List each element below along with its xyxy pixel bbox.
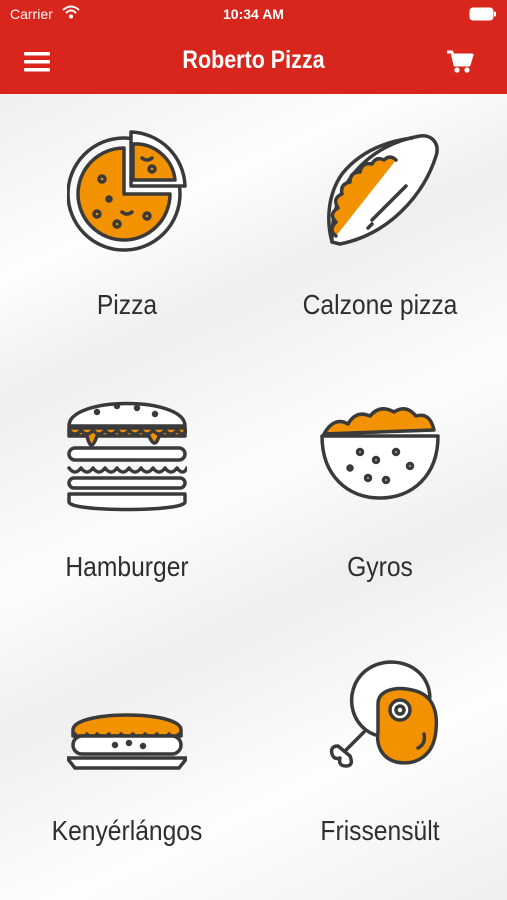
category-tile-hamburger[interactable]: Hamburger	[27, 356, 227, 586]
category-label: Kenyérlángos	[51, 815, 203, 846]
pizza-icon	[67, 130, 187, 252]
hamburger-icon	[67, 401, 187, 512]
category-label: Hamburger	[65, 551, 189, 582]
category-tile-gyros[interactable]: Gyros	[280, 356, 480, 586]
category-label: Calzone pizza	[302, 289, 458, 320]
status-bar: Carrier 10:34 AM	[0, 0, 507, 28]
battery-icon	[469, 7, 496, 21]
status-time: 10:34 AM	[223, 6, 284, 22]
category-tile-frissensult[interactable]: Frissensült	[280, 620, 480, 850]
category-tile-pizza[interactable]: Pizza	[27, 94, 227, 324]
app-header: Carrier 10:34 AM Roberto Pizza	[0, 0, 507, 94]
category-tile-calzone-pizza[interactable]: Calzone pizza	[280, 94, 480, 324]
app-title: Roberto Pizza	[182, 46, 325, 74]
flatbread-icon	[67, 713, 187, 770]
calzone-icon	[327, 134, 439, 246]
gyros-bowl-icon	[320, 407, 440, 500]
category-label: Gyros	[347, 551, 413, 582]
category-tile-kenyerlangos[interactable]: Kenyérlángos	[27, 620, 227, 850]
category-label: Pizza	[96, 289, 158, 320]
category-label: Frissensült	[320, 815, 440, 846]
shopping-cart-icon[interactable]	[446, 49, 474, 75]
drumstick-steak-icon	[329, 660, 439, 768]
category-grid: Pizza Calzone pizza Hamburger Gyros Keny…	[0, 94, 507, 900]
